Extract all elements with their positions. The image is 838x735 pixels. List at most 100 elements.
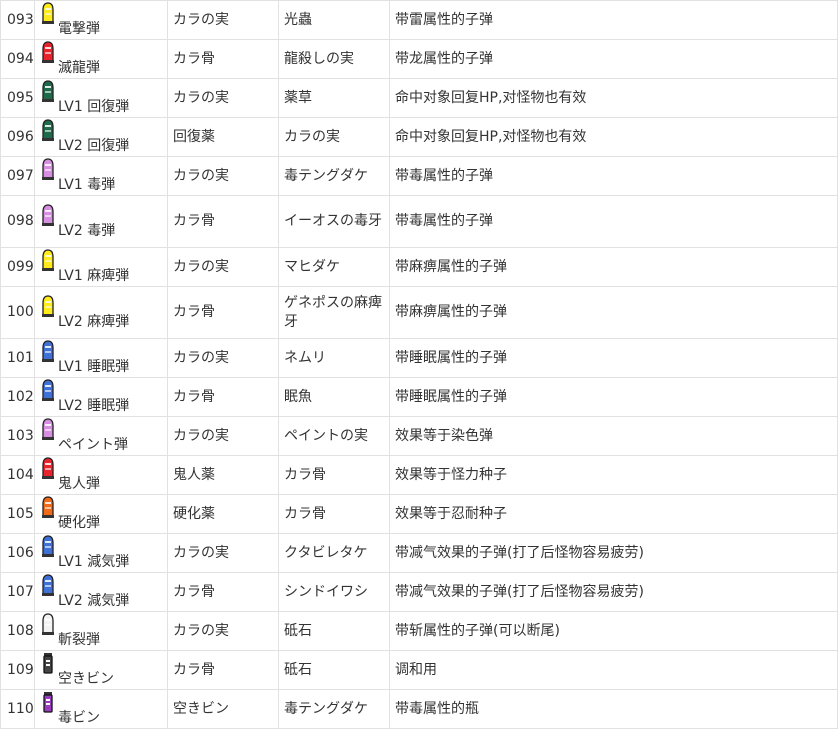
ammo-red-icon xyxy=(40,457,56,490)
cell-material-2: カラ骨 xyxy=(278,455,390,495)
table-row: 107 LV2 減気弾 カラ骨 シンドイワシ 带减气效果的子弹(打了后怪物容易疲劳) xyxy=(0,572,838,612)
ammo-blue-icon xyxy=(40,340,56,373)
cell-number: 095 xyxy=(0,78,35,118)
cell-material-2: ネムリ xyxy=(278,338,390,378)
cell-material-2: カラ骨 xyxy=(278,494,390,534)
item-name: 空きビン xyxy=(58,671,114,687)
table-row: 106 LV1 減気弾 カラの実 クタビレタケ 带减气效果的子弹(打了后怪物容易疲劳) xyxy=(0,533,838,573)
cell-material-2: クタビレタケ xyxy=(278,533,390,573)
cell-name: 硬化弾 xyxy=(34,494,168,534)
table-row: 099 LV1 麻痺弾 カラの実 マヒダケ 带麻痹属性的子弹 xyxy=(0,247,838,287)
table-row: 108 斬裂弾 カラの実 砥石 带斩属性的子弹(可以断尾) xyxy=(0,611,838,651)
cell-material-2: 毒テングダケ xyxy=(278,156,390,196)
cell-name: LV2 睡眠弾 xyxy=(34,377,168,417)
cell-description: 带睡眠属性的子弹 xyxy=(389,377,838,417)
cell-material-1: カラの実 xyxy=(167,338,279,378)
table-row: 105 硬化弾 硬化薬 カラ骨 效果等于忍耐种子 xyxy=(0,494,838,534)
cell-name: LV1 睡眠弾 xyxy=(34,338,168,378)
item-name: 毒ビン xyxy=(58,710,100,726)
cell-description: 带雷属性的子弹 xyxy=(389,0,838,40)
cell-material-2: ペイントの実 xyxy=(278,416,390,456)
ammo-yellow-icon xyxy=(40,249,56,282)
cell-name: LV1 麻痺弾 xyxy=(34,247,168,287)
cell-material-1: カラの実 xyxy=(167,247,279,287)
table-row: 093 電撃弾 カラの実 光蟲 带雷属性的子弹 xyxy=(0,0,838,40)
vial-purple-icon xyxy=(40,692,56,724)
item-name: LV2 麻痺弾 xyxy=(58,313,130,330)
cell-material-1: 鬼人薬 xyxy=(167,455,279,495)
cell-material-2: マヒダケ xyxy=(278,247,390,287)
item-name: LV1 毒弾 xyxy=(58,177,116,193)
cell-material-2: カラの実 xyxy=(278,117,390,157)
ammo-yellow-icon xyxy=(40,294,56,328)
cell-name: LV2 毒弾 xyxy=(34,195,168,248)
ammo-green-icon xyxy=(40,119,56,152)
cell-name: 空きビン xyxy=(34,650,168,690)
cell-description: 带毒属性的子弹 xyxy=(389,156,838,196)
cell-material-1: カラの実 xyxy=(167,416,279,456)
cell-number: 100 xyxy=(0,286,35,339)
ammo-blue-icon xyxy=(40,535,56,568)
cell-material-1: 回復薬 xyxy=(167,117,279,157)
cell-material-1: カラの実 xyxy=(167,533,279,573)
cell-name: 滅龍弾 xyxy=(34,39,168,79)
item-name: LV1 睡眠弾 xyxy=(58,359,130,375)
cell-number: 108 xyxy=(0,611,35,651)
cell-number: 104 xyxy=(0,455,35,495)
cell-material-1: カラ骨 xyxy=(167,650,279,690)
item-name: LV1 減気弾 xyxy=(58,554,130,570)
cell-description: 效果等于忍耐种子 xyxy=(389,494,838,534)
cell-description: 带毒属性的子弹 xyxy=(389,195,838,248)
cell-material-1: カラの実 xyxy=(167,156,279,196)
cell-material-2: シンドイワシ xyxy=(278,572,390,612)
table-row: 101 LV1 睡眠弾 カラの実 ネムリ 带睡眠属性的子弹 xyxy=(0,338,838,378)
item-name: LV2 回復弾 xyxy=(58,138,130,154)
vial-gray-icon xyxy=(40,653,56,685)
cell-number: 098 xyxy=(0,195,35,248)
item-name: 滅龍弾 xyxy=(58,60,100,76)
cell-number: 094 xyxy=(0,39,35,79)
cell-description: 效果等于染色弹 xyxy=(389,416,838,456)
cell-number: 099 xyxy=(0,247,35,287)
table-row: 100 LV2 麻痺弾 カラ骨 ゲネポスの麻痺牙 带麻痹属性的子弹 xyxy=(0,286,838,339)
cell-material-1: カラ骨 xyxy=(167,39,279,79)
table-row: 095 LV1 回復弾 カラの実 薬草 命中对象回复HP,对怪物也有效 xyxy=(0,78,838,118)
table-row: 096 LV2 回復弾 回復薬 カラの実 命中对象回复HP,对怪物也有效 xyxy=(0,117,838,157)
cell-name: LV1 減気弾 xyxy=(34,533,168,573)
cell-name: 電撃弾 xyxy=(34,0,168,40)
ammo-blue-icon xyxy=(40,379,56,412)
cell-name: ペイント弾 xyxy=(34,416,168,456)
combination-table: 093 電撃弾 カラの実 光蟲 带雷属性的子弹 094 滅龍弾 カラ骨 龍殺しの実 带龙属性的子弹… xyxy=(0,0,838,729)
cell-description: 效果等于怪力种子 xyxy=(389,455,838,495)
item-name: LV1 麻痺弾 xyxy=(58,268,130,284)
cell-description: 带龙属性的子弹 xyxy=(389,39,838,79)
item-name: LV2 睡眠弾 xyxy=(58,398,130,414)
cell-material-2: 毒テングダケ xyxy=(278,689,390,729)
cell-number: 107 xyxy=(0,572,35,612)
ammo-purple-icon xyxy=(40,418,56,451)
cell-description: 调和用 xyxy=(389,650,838,690)
cell-material-2: ゲネポスの麻痺牙 xyxy=(278,286,390,339)
cell-number: 110 xyxy=(0,689,35,729)
cell-material-2: イーオスの毒牙 xyxy=(278,195,390,248)
table-row: 102 LV2 睡眠弾 カラ骨 眠魚 带睡眠属性的子弹 xyxy=(0,377,838,417)
cell-name: 鬼人弾 xyxy=(34,455,168,495)
cell-name: LV1 毒弾 xyxy=(34,156,168,196)
cell-material-2: 薬草 xyxy=(278,78,390,118)
cell-description: 带斩属性的子弹(可以断尾) xyxy=(389,611,838,651)
cell-material-1: 空きビン xyxy=(167,689,279,729)
cell-material-2: 砥石 xyxy=(278,611,390,651)
cell-number: 105 xyxy=(0,494,35,534)
item-name: 鬼人弾 xyxy=(58,476,100,492)
cell-number: 102 xyxy=(0,377,35,417)
cell-number: 109 xyxy=(0,650,35,690)
cell-material-1: カラ骨 xyxy=(167,377,279,417)
cell-name: 斬裂弾 xyxy=(34,611,168,651)
ammo-orange-icon xyxy=(40,496,56,529)
cell-description: 带减气效果的子弹(打了后怪物容易疲劳) xyxy=(389,572,838,612)
cell-description: 带减气效果的子弹(打了后怪物容易疲劳) xyxy=(389,533,838,573)
cell-number: 096 xyxy=(0,117,35,157)
table-row: 094 滅龍弾 カラ骨 龍殺しの実 带龙属性的子弹 xyxy=(0,39,838,79)
cell-material-1: カラの実 xyxy=(167,611,279,651)
cell-material-2: 龍殺しの実 xyxy=(278,39,390,79)
